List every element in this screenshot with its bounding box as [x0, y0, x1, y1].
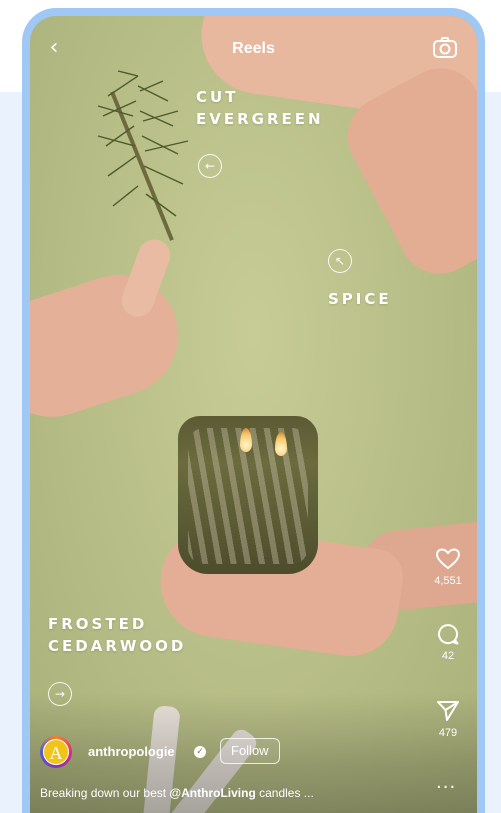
arrow-up-left-icon: ↖: [328, 249, 352, 273]
share-action[interactable]: 479: [426, 699, 470, 739]
caption-mention[interactable]: @AnthroLiving: [169, 786, 255, 800]
label-frosted-cedarwood: FROSTED CEDARWOOD: [48, 613, 186, 657]
camera-icon[interactable]: [432, 36, 458, 60]
comment-count: 42: [441, 650, 455, 662]
follow-button[interactable]: Follow: [220, 738, 280, 764]
comment-action[interactable]: 42: [426, 622, 470, 662]
label-spice: SPICE: [328, 290, 392, 308]
arrow-left-icon: ←: [198, 154, 222, 178]
label-cut-evergreen: CUT EVERGREEN: [196, 86, 324, 130]
caption-text-end: candles ...: [255, 786, 314, 800]
label-line: FROSTED: [48, 615, 148, 633]
send-icon[interactable]: [436, 699, 460, 723]
comment-icon[interactable]: [436, 622, 460, 646]
heart-icon[interactable]: [435, 547, 461, 571]
photo-hand-left: [30, 259, 194, 433]
label-line: EVERGREEN: [196, 110, 324, 128]
avatar[interactable]: A: [40, 736, 72, 768]
like-action[interactable]: 4,551: [426, 547, 470, 587]
photo-evergreen-needles: [97, 70, 189, 217]
caption-text: Breaking down our best: [40, 786, 170, 800]
label-line: CEDARWOOD: [48, 637, 187, 655]
username[interactable]: anthropologie: [88, 744, 175, 759]
avatar-letter: A: [43, 739, 69, 765]
label-line: CUT: [196, 88, 239, 106]
like-count: 4,551: [434, 575, 462, 587]
verified-badge-icon: ✓: [194, 746, 206, 758]
share-count: 479: [438, 727, 458, 739]
caption[interactable]: Breaking down our best @AnthroLiving can…: [40, 786, 314, 800]
more-options-icon[interactable]: ...: [436, 772, 456, 793]
reel-screen[interactable]: CUT EVERGREEN ← ↖ SPICE FROSTED CEDARWOO…: [30, 16, 477, 813]
page-title: Reels: [232, 40, 275, 57]
arrow-right-icon: →: [48, 682, 72, 706]
camera-icon-graphic: [433, 37, 457, 58]
